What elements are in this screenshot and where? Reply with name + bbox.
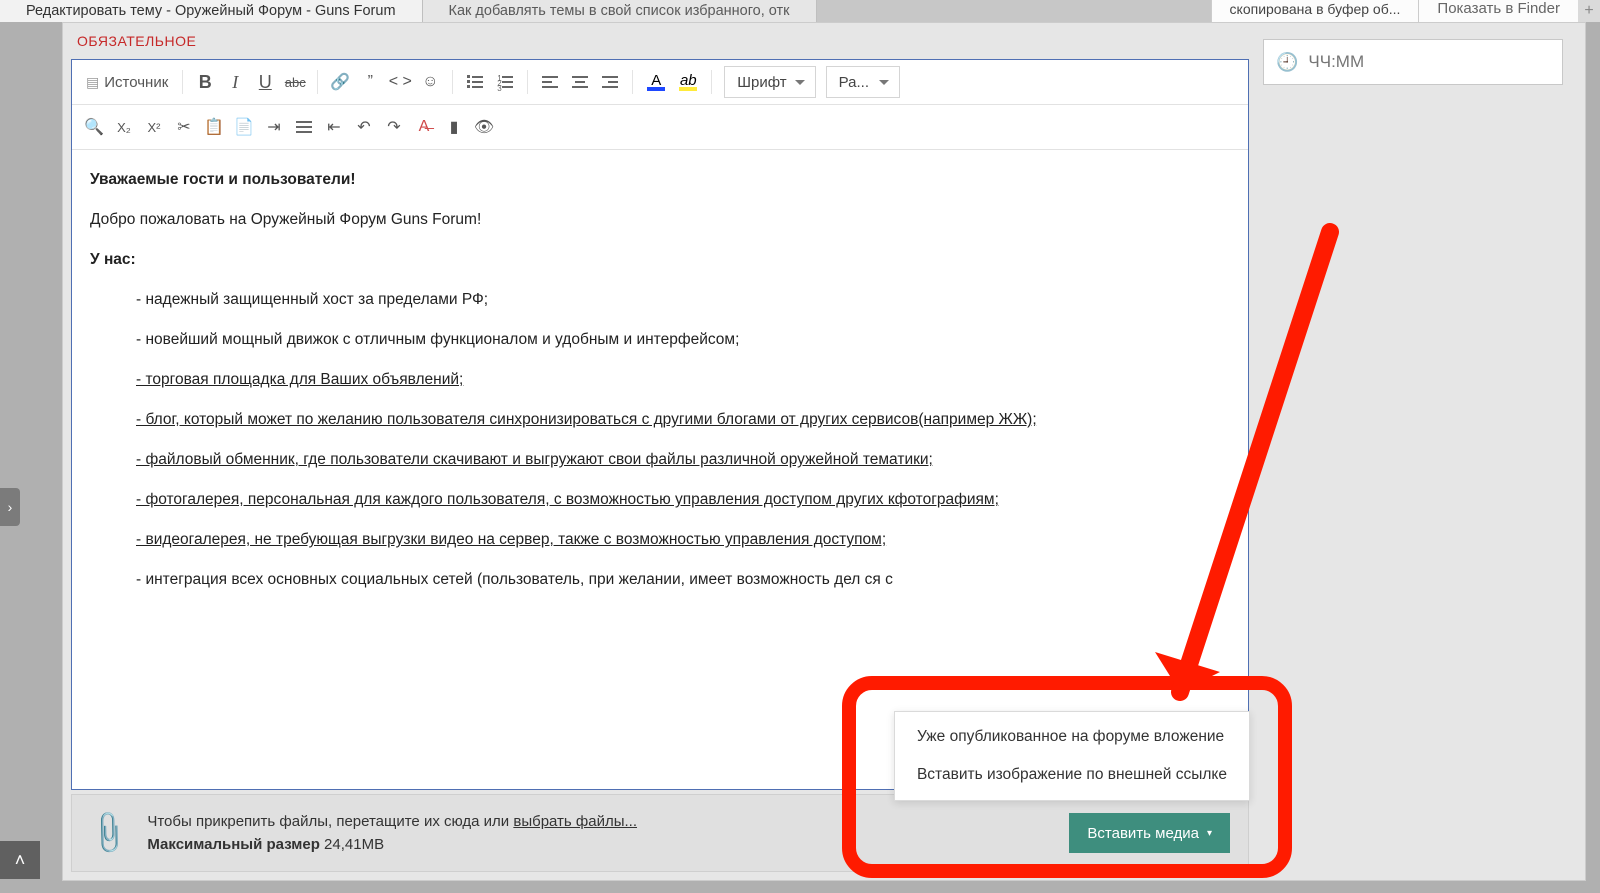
- bullet-3: - торговая площадка для Ваших объявлений…: [136, 371, 463, 388]
- justify-button[interactable]: [290, 112, 318, 142]
- bullet-4: - блог, который может по желанию пользов…: [136, 411, 1037, 428]
- block-button[interactable]: ▮: [440, 112, 468, 142]
- superscript-button[interactable]: X²: [140, 112, 168, 142]
- publish-sidebar: 🕘: [1253, 29, 1573, 95]
- emoji-button[interactable]: ☺: [416, 67, 444, 97]
- paste-from-word-button[interactable]: 📄: [230, 112, 258, 142]
- highlight-color-button[interactable]: ab: [673, 67, 703, 97]
- source-label: Источник: [104, 74, 168, 91]
- preview-button[interactable]: 👁: [470, 112, 498, 142]
- attach-help-text: Чтобы прикрепить файлы, перетащите их сю…: [147, 810, 637, 857]
- text-color-button[interactable]: A: [641, 67, 671, 97]
- time-field[interactable]: [1308, 52, 1550, 72]
- redo-button[interactable]: ↷: [380, 112, 408, 142]
- underline-button[interactable]: U: [251, 67, 279, 97]
- form-panel: ОБЯЗАТЕЛЬНОЕ ▤ Источник B I U abc 🔗 ” < …: [62, 22, 1586, 881]
- bulleted-list-button[interactable]: [461, 67, 489, 97]
- time-input[interactable]: 🕘: [1263, 39, 1563, 85]
- page: › ˄ ОБЯЗАТЕЛЬНОЕ ▤ Источник B I U abc 🔗 …: [0, 22, 1600, 893]
- sidebar-expand-handle[interactable]: ›: [0, 488, 20, 526]
- align-center-button[interactable]: [566, 67, 594, 97]
- clear-formatting-button[interactable]: A̶: [410, 112, 438, 142]
- numbered-list-button[interactable]: 123: [491, 67, 519, 97]
- link-button[interactable]: 🔗: [326, 67, 354, 97]
- browser-tabbar: Редактировать тему - Оружейный Форум - G…: [0, 0, 1600, 22]
- indent-button[interactable]: ⇥: [260, 112, 288, 142]
- cut-button[interactable]: ✂: [170, 112, 198, 142]
- italic-button[interactable]: I: [221, 67, 249, 97]
- bullet-2: - новейший мощный движок с отличным функ…: [90, 328, 1230, 352]
- greeting: Уважаемые гости и пользователи!: [90, 171, 356, 188]
- quote-button[interactable]: ”: [356, 67, 384, 97]
- outdent-button[interactable]: ⇤: [320, 112, 348, 142]
- subscript-button[interactable]: X₂: [110, 112, 138, 142]
- editor-content-area[interactable]: Уважаемые гости и пользователи! Добро по…: [72, 150, 1248, 789]
- finder-button[interactable]: Показать в Finder: [1418, 0, 1578, 22]
- find-button[interactable]: 🔍: [80, 112, 108, 142]
- font-size-select[interactable]: Ра...: [826, 66, 900, 98]
- bullet-7: - видеогалерея, не требующая выгрузки ви…: [136, 531, 886, 548]
- align-left-button[interactable]: [536, 67, 564, 97]
- clipboard-notification: скопирована в буфер об...: [1211, 0, 1419, 22]
- code-button[interactable]: < >: [386, 67, 414, 97]
- browser-tab-other[interactable]: Как добавлять темы в свой список избранн…: [423, 0, 817, 22]
- insert-media-menu: Уже опубликованное на форуме вложение Вс…: [894, 711, 1250, 801]
- menu-item-external-image[interactable]: Вставить изображение по внешней ссылке: [895, 756, 1249, 794]
- scroll-to-top-button[interactable]: ˄: [0, 841, 40, 879]
- paste-button[interactable]: 📋: [200, 112, 228, 142]
- strikethrough-button[interactable]: abc: [281, 67, 309, 97]
- insert-media-button[interactable]: Вставить медиа ▾: [1069, 813, 1230, 853]
- clock-icon: 🕘: [1276, 52, 1298, 73]
- document-icon: ▤: [86, 74, 99, 91]
- bullet-6: - фотогалерея, персональная для каждого …: [136, 491, 999, 508]
- bold-button[interactable]: B: [191, 67, 219, 97]
- editor-toolbar-row-2: 🔍 X₂ X² ✂ 📋 📄 ⇥ ⇤ ↶ ↷ A̶ ▮ 👁: [72, 105, 1248, 150]
- bullet-5: - файловый обменник, где пользователи ск…: [136, 451, 933, 468]
- rich-text-editor: ▤ Источник B I U abc 🔗 ” < > ☺ 123: [71, 59, 1249, 790]
- caret-down-icon: ▾: [1207, 828, 1212, 839]
- browser-tab-active[interactable]: Редактировать тему - Оружейный Форум - G…: [0, 0, 423, 22]
- welcome-line: Добро пожаловать на Оружейный Форум Guns…: [90, 208, 1230, 232]
- paperclip-icon: 📎: [83, 808, 134, 859]
- undo-button[interactable]: ↶: [350, 112, 378, 142]
- align-right-button[interactable]: [596, 67, 624, 97]
- editor-toolbar-row-1: ▤ Источник B I U abc 🔗 ” < > ☺ 123: [72, 60, 1248, 105]
- we-have-line: У нас:: [90, 251, 136, 268]
- source-button[interactable]: ▤ Источник: [80, 67, 174, 97]
- choose-files-link[interactable]: выбрать файлы...: [513, 813, 637, 830]
- font-family-select[interactable]: Шрифт: [724, 66, 815, 98]
- bullet-8: - интеграция всех основных социальных се…: [90, 568, 1230, 592]
- bullet-1: - надежный защищенный хост за пределами …: [90, 288, 1230, 312]
- menu-item-existing-attachment[interactable]: Уже опубликованное на форуме вложение: [895, 718, 1249, 756]
- new-tab-button[interactable]: +: [1578, 0, 1600, 22]
